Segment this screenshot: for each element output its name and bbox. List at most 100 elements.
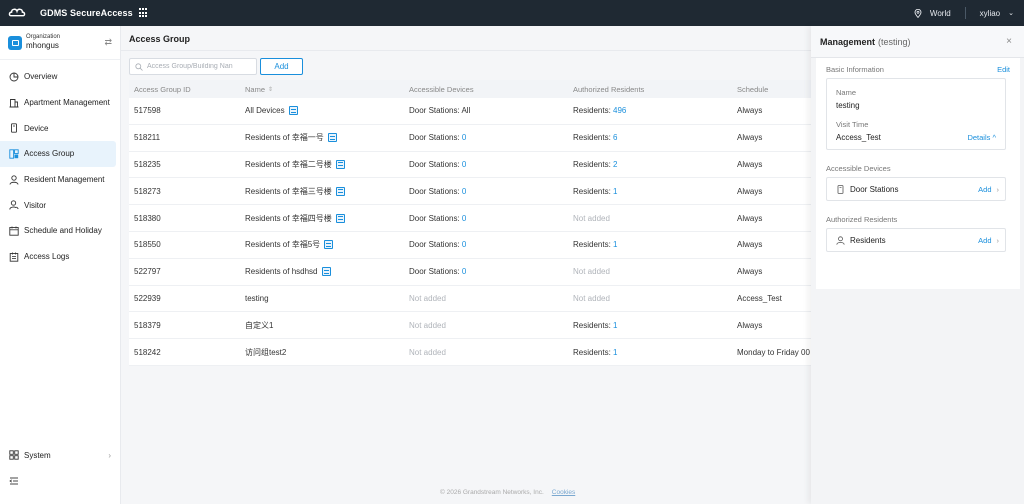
sidebar-item-label: Access Logs: [24, 252, 70, 262]
building-icon: [288, 106, 298, 116]
residents-count-link[interactable]: 6: [613, 133, 617, 142]
residents-count-link[interactable]: 496: [613, 106, 626, 115]
user-menu[interactable]: xyliao: [980, 9, 1000, 18]
collapse-sidebar-button[interactable]: [0, 468, 121, 494]
search-box[interactable]: [129, 58, 257, 75]
add-label: Add: [978, 235, 992, 245]
accessible-devices: Door Stations: 0: [404, 160, 568, 169]
sidebar-item-overview[interactable]: Overview: [0, 64, 120, 90]
add-door-stations-button[interactable]: Add ›: [978, 185, 999, 194]
table-row[interactable]: 518379 自定义1 Not added Residents: 1 Always: [129, 312, 811, 340]
schedule: Always: [737, 213, 763, 223]
devices-count-link[interactable]: 0: [462, 160, 466, 169]
column-header-devices: Accessible Devices: [409, 84, 474, 94]
table-row[interactable]: 518273 Residents of 幸福三号楼 Door Stations: 0…: [129, 178, 811, 206]
gdms-logo-icon[interactable]: [8, 7, 26, 19]
table-row[interactable]: 518380 Residents of 幸福四号楼 Door Stations: 0…: [129, 205, 811, 232]
schedule: Always: [737, 186, 763, 196]
sidebar-item-access-logs[interactable]: Access Logs: [0, 244, 120, 270]
access-group-table: Access Group ID Name ⇕ Accessible Devices…: [129, 80, 811, 366]
schedule: Always: [737, 159, 763, 169]
building-icon: [335, 186, 345, 196]
table-row[interactable]: 518550 Residents of 幸福5号 Door Stations: 0R…: [129, 231, 811, 259]
app-grid-icon[interactable]: [138, 8, 149, 18]
sidebar-item-label: Overview: [24, 72, 58, 82]
access-group-name-cell: testing: [240, 294, 404, 303]
accessible-devices: Not added: [409, 347, 446, 357]
authorized-residents-label: Authorized Residents: [826, 215, 898, 224]
sidebar-item-schedule-and-holiday[interactable]: Schedule and Holiday: [0, 218, 120, 244]
table-body: 517598 All Devices Door Stations: All Resid…: [129, 98, 811, 366]
residents-count-link[interactable]: 1: [613, 187, 617, 196]
details-toggle[interactable]: Details ^: [967, 133, 996, 142]
schedule: Always: [737, 320, 763, 330]
add-access-group-button[interactable]: Add: [260, 58, 303, 75]
devices-count-link[interactable]: 0: [462, 267, 466, 276]
search-input[interactable]: [147, 63, 255, 70]
table-row[interactable]: 522797 Residents of hsdhsd Door Stations: …: [129, 258, 811, 286]
page-title: Access Group: [129, 34, 191, 44]
organization-label: Organization: [26, 34, 61, 41]
column-header-name[interactable]: Name ⇕: [240, 85, 404, 94]
sort-icon[interactable]: ⇕: [268, 86, 273, 93]
residents-count-link[interactable]: 2: [613, 160, 617, 169]
door-stations-entry[interactable]: Door Stations Add ›: [826, 177, 1006, 201]
logs-icon: [9, 252, 19, 262]
sidebar-item-label: Visitor: [24, 200, 47, 210]
sidebar-item-visitor[interactable]: Visitor: [0, 192, 120, 218]
access-group-id: 518273: [134, 186, 161, 196]
access-group-name-cell: Residents of 幸福四号楼: [240, 213, 404, 224]
sidebar-item-resident-management[interactable]: Resident Management: [0, 167, 120, 193]
access-group-name: 自定义1: [245, 320, 274, 330]
name-label: Name: [836, 88, 857, 97]
sidebar-item-system[interactable]: System ›: [0, 443, 121, 469]
authorized-residents: Not added: [573, 267, 610, 277]
accessible-devices: Door Stations: 0: [404, 133, 568, 142]
access-group-id: 522939: [134, 293, 161, 303]
door-station-icon: [837, 184, 844, 194]
residents-prefix: Residents:: [573, 159, 614, 169]
devices-count-link[interactable]: 0: [462, 187, 466, 196]
sidebar-nav: Overview Apartment Management Device Acc…: [0, 60, 120, 270]
access-group-name: Residents of 幸福5号: [245, 240, 321, 250]
table-row[interactable]: 517598 All Devices Door Stations: All Resid…: [129, 98, 811, 125]
organization-switcher[interactable]: Organization mhongus ⇄: [0, 26, 120, 60]
table-row[interactable]: 518211 Residents of 幸福一号 Door Stations: 0R…: [129, 124, 811, 152]
chevron-right-icon: ›: [108, 450, 111, 460]
building-icon: [335, 213, 345, 223]
organization-name: mhongus: [26, 41, 59, 51]
residents-count-link[interactable]: 1: [613, 240, 617, 249]
add-residents-button[interactable]: Add ›: [978, 236, 999, 245]
resident-icon: [836, 235, 845, 245]
sidebar-item-apartment-management[interactable]: Apartment Management: [0, 90, 120, 116]
residents-prefix: Residents:: [573, 186, 614, 196]
region-selector[interactable]: World: [930, 9, 951, 18]
table-row[interactable]: 518242 访问组test2 Not added Residents: 1 Monda…: [129, 339, 811, 366]
devices-count-link[interactable]: 0: [462, 214, 466, 223]
residents-entry[interactable]: Residents Add ›: [826, 228, 1006, 252]
access-group-name-cell: Residents of 幸福5号: [240, 239, 404, 250]
close-icon[interactable]: ×: [1006, 36, 1012, 47]
devices-count-link[interactable]: 0: [462, 133, 466, 142]
door-stations-label: Door Stations: [850, 184, 899, 194]
sidebar-item-access-group[interactable]: Access Group: [0, 141, 116, 167]
sidebar-item-label: Resident Management: [24, 175, 105, 185]
residents-count-link[interactable]: 1: [613, 321, 617, 330]
search-icon: [135, 62, 143, 71]
sidebar-item-device[interactable]: Device: [0, 115, 120, 141]
residents-count-link[interactable]: 1: [613, 348, 617, 357]
accessible-devices: Not added: [409, 293, 446, 303]
switch-arrows-icon[interactable]: ⇄: [104, 37, 112, 48]
cookies-link[interactable]: Cookies: [552, 489, 575, 496]
chevron-down-icon[interactable]: ⌄: [1008, 9, 1014, 17]
table-row[interactable]: 522939 testing Not added Not added Access_Te…: [129, 285, 811, 313]
edit-link[interactable]: Edit: [997, 65, 1010, 74]
access-group-name: 访问组test2: [245, 347, 287, 357]
schedule: Monday to Friday 00: [737, 347, 810, 357]
devices-count-link[interactable]: 0: [462, 240, 466, 249]
collapse-menu-icon: [9, 476, 19, 486]
residents-entry-label: Residents: [850, 235, 886, 245]
building-icon: [321, 267, 331, 277]
access-group-icon: [9, 149, 19, 159]
table-row[interactable]: 518235 Residents of 幸福二号楼 Door Stations: 0…: [129, 151, 811, 179]
